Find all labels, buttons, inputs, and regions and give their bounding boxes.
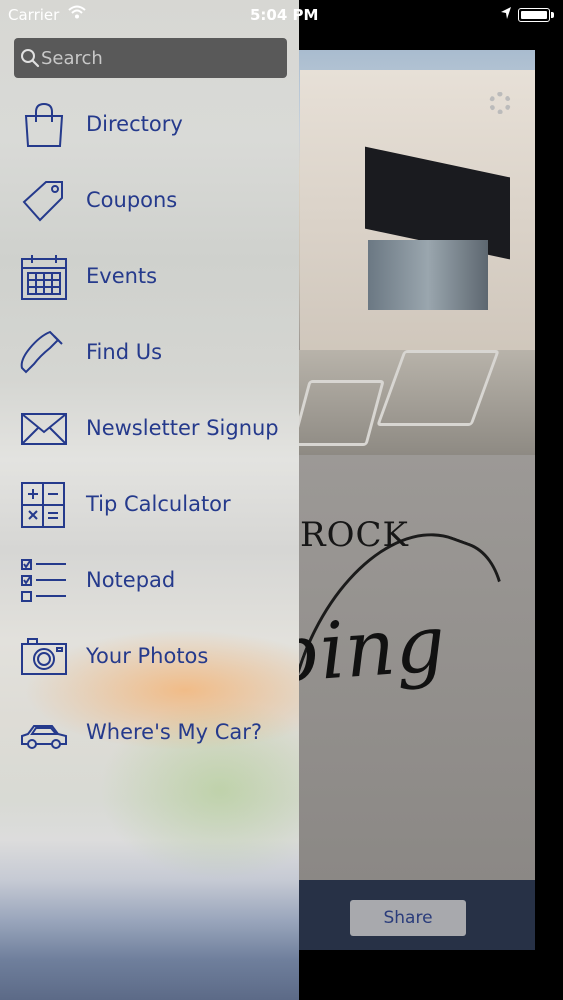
menu-label-find-us: Find Us — [86, 340, 163, 364]
phone-icon — [20, 330, 68, 376]
menu-item-coupons[interactable]: Coupons — [0, 164, 299, 240]
menu-label-newsletter-signup: Newsletter Signup — [86, 416, 279, 440]
side-menu-drawer: Directory Coupons — [0, 0, 299, 1000]
share-button[interactable]: Share — [350, 900, 466, 936]
location-arrow-icon — [500, 6, 512, 24]
menu-label-wheres-my-car: Where's My Car? — [86, 720, 263, 744]
carrier-label: Carrier — [8, 6, 60, 24]
calculator-icon — [20, 482, 68, 528]
logo-text: ROCK — [300, 515, 409, 555]
menu-label-events: Events — [86, 264, 158, 288]
tag-icon — [20, 178, 68, 224]
status-bar: Carrier 5:04 PM — [0, 0, 563, 30]
search-input[interactable] — [40, 38, 281, 78]
status-time: 5:04 PM — [250, 6, 319, 24]
menu-label-your-photos: Your Photos — [86, 644, 209, 668]
settings-gear-icon[interactable] — [489, 92, 511, 114]
envelope-icon — [20, 406, 68, 452]
menu-item-newsletter-signup[interactable]: Newsletter Signup — [0, 392, 299, 468]
menu-item-your-photos[interactable]: Your Photos — [0, 620, 299, 696]
menu-list: Directory Coupons Events Find Us Newslet… — [0, 88, 299, 772]
search-icon — [20, 48, 40, 68]
menu-label-notepad: Notepad — [86, 568, 176, 592]
battery-icon — [518, 8, 554, 22]
search-bar[interactable] — [14, 38, 287, 78]
car-icon — [20, 710, 68, 756]
wifi-icon — [68, 5, 86, 23]
menu-item-wheres-my-car[interactable]: Where's My Car? — [0, 696, 299, 772]
checklist-icon — [20, 558, 68, 604]
shopping-bag-icon — [20, 102, 68, 148]
calendar-icon — [20, 254, 68, 300]
menu-item-notepad[interactable]: Notepad — [0, 544, 299, 620]
menu-item-tip-calculator[interactable]: Tip Calculator — [0, 468, 299, 544]
menu-label-tip-calculator: Tip Calculator — [86, 492, 231, 516]
menu-item-directory[interactable]: Directory — [0, 88, 299, 164]
menu-item-events[interactable]: Events — [0, 240, 299, 316]
menu-label-coupons: Coupons — [86, 188, 178, 212]
camera-icon — [20, 634, 68, 680]
menu-item-find-us[interactable]: Find Us — [0, 316, 299, 392]
menu-label-directory: Directory — [86, 112, 183, 136]
